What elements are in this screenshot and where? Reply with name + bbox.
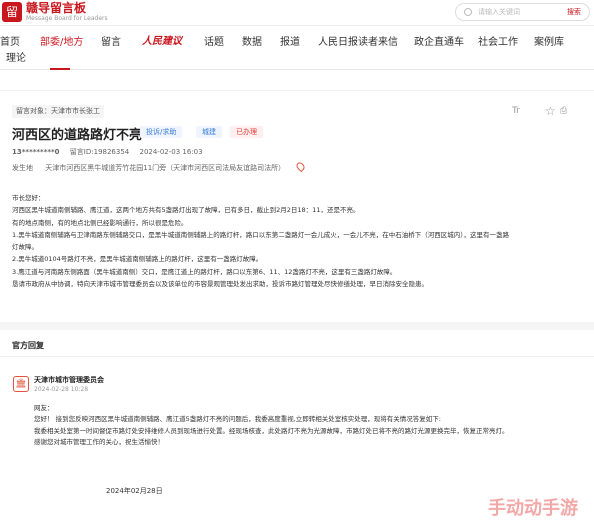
message-title: 河西区的道路路灯不亮 [12, 128, 143, 143]
nav-theory[interactable]: 理论 [6, 52, 26, 66]
author: 13*********0 [12, 148, 60, 156]
place-label: 发生地 [12, 164, 33, 172]
body-line: 3.鹰江道与河南路东侧路面（黑牛城道南侧）交口，是鹰江道上的路灯杆，路口以东第6… [12, 267, 397, 276]
message-body: 市长您好： 河西区黑牛城道南侧辅路、鹰江道，这两个地方共有5盏路灯出现了故障，已… [12, 192, 582, 290]
target-name: 天津市市长张工 [51, 107, 100, 115]
nav-social-work[interactable]: 社会工作 [478, 36, 518, 50]
reply-line: 我委相关处室第一时间督促市路灯处安排维修人员到现场进行处置。经现场核查，此处路灯… [34, 426, 509, 435]
place-row: 发生地 天津市河西区黑牛城道芳竹花园11门旁（天津市河西区司法局友谊路司法所） [12, 163, 285, 173]
body-line: 市长您好： [12, 194, 45, 202]
nav-cases[interactable]: 案例库 [534, 36, 564, 50]
reply-line: 网友： [34, 404, 54, 412]
font-size-icon[interactable]: Tr [512, 106, 520, 116]
nav-readers-letters[interactable]: 人民日报读者来信 [318, 36, 398, 50]
main-nav: 首页 部委/地方 留言 人民建议 话题 数据 报道 人民日报读者来信 政企直通车… [0, 30, 594, 70]
nav-ministries-local[interactable]: 部委/地方 [40, 36, 83, 50]
section-divider [0, 322, 594, 330]
site-logo[interactable]: 留 [2, 2, 22, 22]
reply-line: 您好！ 接到您反映河西区黑牛城道南侧辅路、鹰江道5盏路灯不亮的问题后，我委高度重… [34, 415, 441, 424]
badge-category: 城建 [196, 126, 222, 138]
official-reply-heading: 官方回复 [12, 341, 44, 350]
message-id: 留言ID:19826354 [69, 148, 130, 156]
message-meta: 13*********0 留言ID:19826354 2024-02-03 16… [12, 147, 203, 157]
star-icon[interactable]: ☆ [545, 104, 556, 118]
body-line: 灯故障。 [12, 243, 38, 252]
reply-org: 天津市城市管理委员会 [34, 376, 104, 384]
reply-time: 2024-02-28 10:28 [34, 386, 89, 393]
search-button[interactable]: 搜索 [567, 7, 581, 17]
nav-data[interactable]: 数据 [242, 36, 262, 50]
body-line: 1.黑牛城道南侧辅路与卫津南路东侧辅路交口，是黑牛城道南侧辅路上的路灯杆，路口以… [12, 230, 509, 239]
body-line: 有的地点南侧，有的地点北侧已经影响通行，所以很是危险。 [12, 218, 188, 227]
nav-topics[interactable]: 话题 [204, 36, 224, 50]
place-value: 天津市河西区黑牛城道芳竹花园11门旁（天津市河西区司法局友谊路司法所） [45, 164, 286, 172]
brand-title: 赣导留言板 [26, 1, 87, 15]
nav-messages[interactable]: 留言 [101, 36, 121, 50]
nav-people-suggestions[interactable]: 人民建议 [142, 35, 182, 49]
reply-date: 2024年02月28日 [106, 487, 163, 495]
search-input[interactable]: 请输入关键词 [478, 7, 520, 17]
reply-line: 感谢您对城市管理工作的关心，祝生活愉快！ [34, 437, 164, 446]
search-box[interactable]: 请输入关键词 搜索 [455, 3, 590, 21]
print-icon[interactable]: ⎙ [560, 106, 567, 116]
top-bar: 留 赣导留言板 Message Board for Leaders 请输入关键词… [0, 0, 594, 26]
nav-reports[interactable]: 报道 [280, 36, 300, 50]
nav-home[interactable]: 首页 [0, 36, 20, 50]
search-icon [464, 8, 472, 16]
nav-gov-express[interactable]: 政企直通车 [414, 36, 464, 50]
divider [0, 356, 594, 357]
government-building-icon: 🏛 [13, 376, 29, 392]
target-tag[interactable]: 留言对象：天津市市长张工 [12, 105, 104, 118]
body-line: 恳请市政府从中协调，特向天津市城市管理委员会以及该单位的市容景观管理处发出求助，… [12, 280, 428, 289]
reply-body: 网友： 您好！ 接到您反映河西区黑牛城道南侧辅路、鹰江道5盏路灯不亮的问题后，我… [34, 403, 584, 448]
badge-status: 已办理 [230, 126, 263, 138]
brand[interactable]: 赣导留言板 Message Board for Leaders [26, 1, 108, 23]
message-date: 2024-02-03 16:03 [139, 148, 203, 156]
body-line: 2.黑牛城道0104号路灯不亮，是黑牛城道南侧辅路上的路灯杆，这里有一盏路灯故障… [12, 255, 263, 264]
target-label: 留言对象： [16, 107, 51, 115]
nav-active-indicator [50, 68, 70, 70]
body-line: 河西区黑牛城道南侧辅路、鹰江道，这两个地方共有5盏路灯出现了故障，已有多日，截止… [12, 206, 360, 215]
watermark: 手动动手游 [488, 498, 578, 519]
brand-subtitle: Message Board for Leaders [26, 15, 108, 22]
badge-type: 投诉/求助 [140, 126, 183, 138]
